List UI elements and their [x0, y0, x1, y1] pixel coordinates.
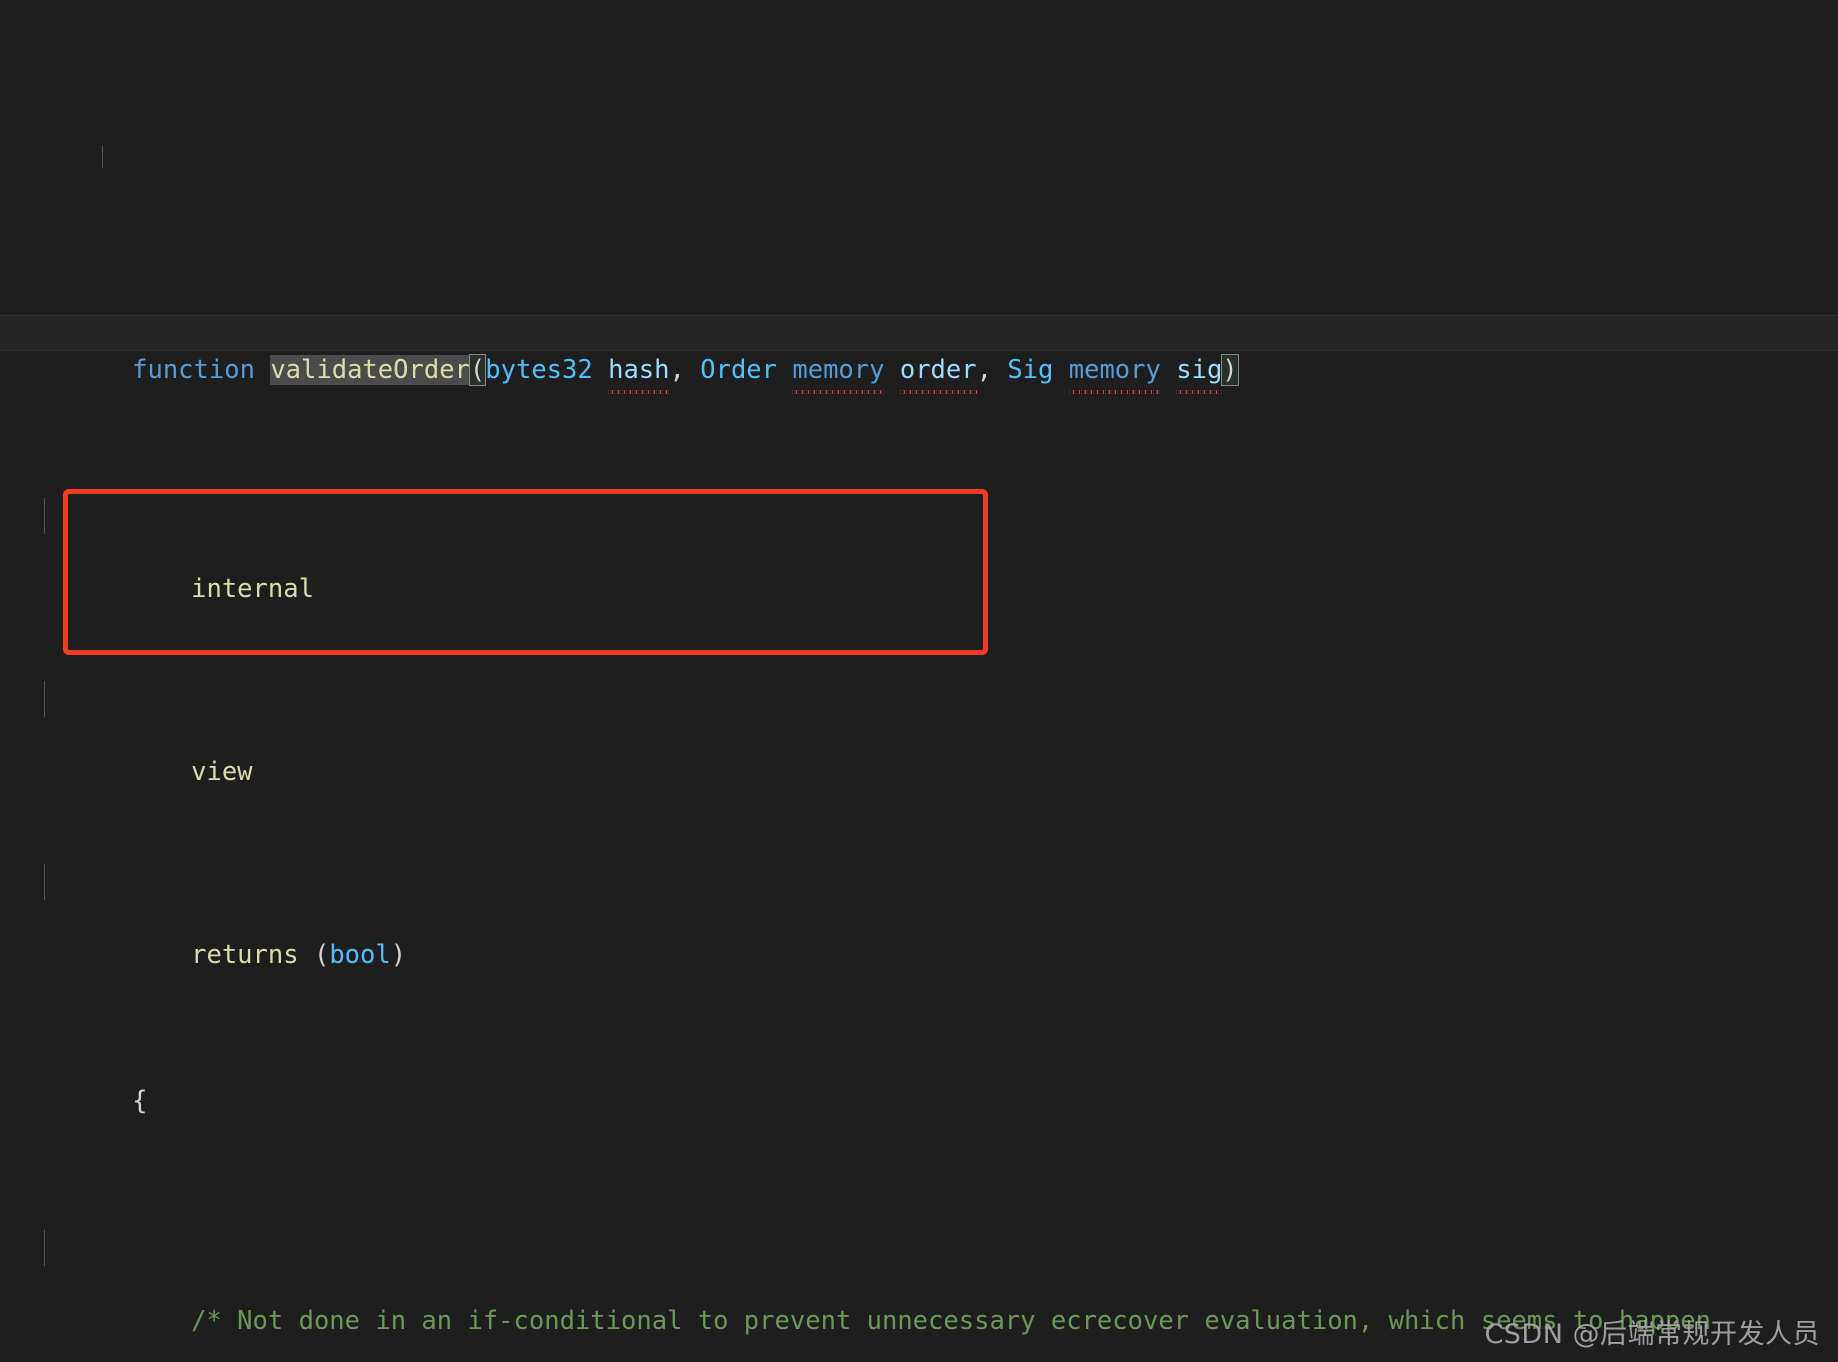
bracket-open-match: (	[468, 354, 487, 387]
code-line-modifier-internal: internal	[0, 497, 1838, 604]
csdn-watermark: CSDN @后端常规开发人员	[1484, 1319, 1820, 1351]
return-type-bool: bool	[329, 939, 391, 970]
comment-note-line1: /* Not done in an if-conditional to prev…	[191, 1305, 1712, 1336]
indent-guide	[44, 680, 45, 718]
comma-2: ,	[976, 355, 1008, 386]
param-location-memory-2: memory	[1068, 352, 1162, 394]
code-line-comment-tail: */	[0, 146, 1838, 169]
indent-guide	[44, 497, 45, 535]
param-name-sig: sig	[1176, 352, 1223, 394]
code-line-returns: returns (bool)	[0, 863, 1838, 970]
param-type-bytes32: bytes32	[485, 355, 593, 386]
paren: )	[390, 939, 407, 970]
keyword-function: function	[132, 355, 255, 386]
code-surface[interactable]: */ function validateOrder(bytes32 hash, …	[0, 0, 1838, 1362]
modifier-view: view	[191, 756, 253, 787]
space: (	[298, 939, 330, 970]
code-editor-viewport[interactable]: */ function validateOrder(bytes32 hash, …	[0, 0, 1838, 1362]
modifier-internal: internal	[191, 573, 314, 604]
indent-guide	[44, 863, 45, 901]
function-name-validateorder[interactable]: validateOrder	[270, 355, 470, 386]
param-type-sig: Sig	[1007, 355, 1054, 386]
indent-guide	[102, 146, 103, 169]
brace-open: {	[132, 1086, 148, 1117]
code-line-open-brace: {	[0, 1047, 1838, 1116]
keyword-returns: returns	[191, 939, 299, 970]
code-line-function-signature[interactable]: function validateOrder(bytes32 hash, Ord…	[0, 314, 1838, 394]
param-location-memory-1: memory	[792, 352, 885, 394]
param-name-order: order	[899, 352, 977, 394]
param-type-order: Order	[700, 355, 777, 386]
bracket-close-match: )	[1221, 354, 1239, 387]
param-name-hash: hash	[608, 352, 670, 394]
comma-1: ,	[669, 355, 701, 386]
code-line-modifier-view: view	[0, 680, 1838, 787]
indent-guide	[44, 1229, 45, 1267]
code-line-comment-note-1: /* Not done in an if-conditional to prev…	[0, 1229, 1838, 1336]
